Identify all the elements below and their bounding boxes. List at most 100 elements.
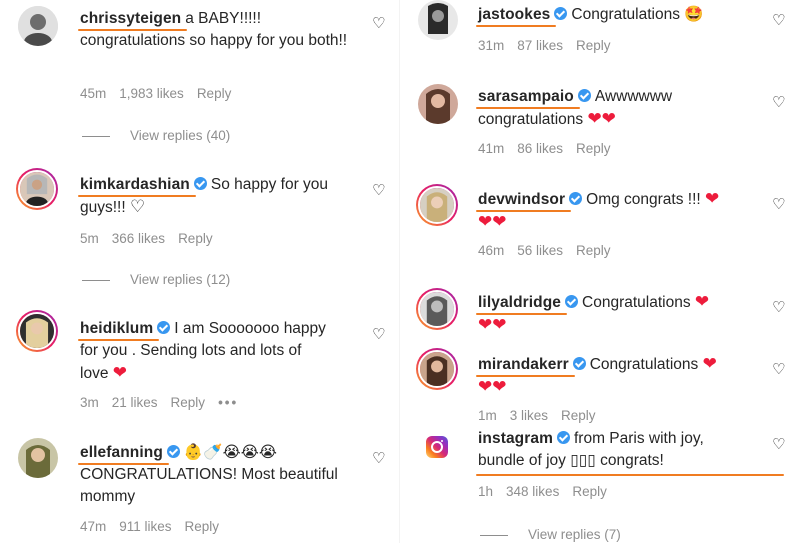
like-count[interactable]: 1,983 likes	[119, 86, 184, 101]
heart-outline-icon[interactable]: ♡	[772, 13, 786, 28]
like-count[interactable]: 87 likes	[517, 38, 563, 53]
like-count[interactable]: 366 likes	[112, 231, 165, 246]
reply-button[interactable]: Reply	[185, 519, 220, 534]
verified-badge-icon	[193, 177, 207, 190]
comment-body: sarasampaio Awwwwww congratulations ❤❤	[478, 86, 778, 131]
comments-column-right: jastookes Congratulations 🤩 ♡ 31m 87 likes…	[400, 0, 800, 543]
username[interactable]: devwindsor	[478, 191, 565, 208]
star-struck-emoji: 🤩	[684, 6, 704, 23]
heart-outline-icon[interactable]: ♡	[772, 197, 786, 212]
comment-meta: 3m 21 likes Reply •••	[80, 395, 251, 410]
view-replies-label: View replies (7)	[528, 527, 621, 542]
like-count[interactable]: 911 likes	[119, 519, 171, 534]
comment-meta: 41m 86 likes Reply	[478, 141, 624, 156]
username[interactable]: instagram	[478, 430, 553, 447]
comment-text: from Paris with joy,	[573, 430, 704, 447]
comment-body: ellefanning 👶🍼😭😭😭 CONGRATULATIONS! Most b…	[80, 442, 380, 508]
verified-badge-icon	[556, 431, 570, 444]
timestamp: 3m	[80, 395, 99, 410]
avatar[interactable]	[424, 434, 450, 460]
heart-emoji: ❤	[702, 354, 717, 373]
comment-meta: 1h 348 likes Reply	[478, 484, 620, 499]
verified-badge-icon	[569, 192, 583, 205]
avatar[interactable]	[418, 84, 458, 124]
reply-button[interactable]: Reply	[171, 395, 206, 410]
like-count[interactable]: 348 likes	[506, 484, 559, 499]
verified-badge-icon	[554, 7, 568, 20]
avatar[interactable]	[18, 6, 58, 46]
reply-button[interactable]: Reply	[197, 86, 232, 101]
comment-text: Omg congrats !!!	[586, 191, 701, 208]
comment-meta: 31m 87 likes Reply	[478, 38, 624, 53]
heart-outline-icon[interactable]: ♡	[372, 451, 386, 466]
divider-line	[82, 135, 110, 137]
heart-emoji: ❤❤	[478, 377, 507, 396]
username[interactable]: sarasampaio	[478, 88, 574, 105]
comment-meta: 47m 911 likes Reply	[80, 519, 232, 534]
comment-text-continued: CONGRATULATIONS! Most beautiful	[80, 466, 338, 483]
heart-emoji: ❤❤	[587, 109, 616, 128]
reply-button[interactable]: Reply	[178, 231, 213, 246]
heart-outline-icon[interactable]: ♡	[372, 327, 386, 342]
username[interactable]: heidiklum	[80, 320, 153, 337]
avatar[interactable]	[418, 0, 458, 40]
comment-text: So happy for you	[210, 176, 329, 193]
view-replies-label: View replies (12)	[130, 272, 231, 287]
avatar[interactable]	[16, 310, 58, 352]
reply-button[interactable]: Reply	[576, 141, 611, 156]
like-count[interactable]: 21 likes	[112, 395, 158, 410]
comment-meta: 46m 56 likes Reply	[478, 243, 624, 258]
view-replies-button[interactable]: View replies (12)	[82, 272, 230, 287]
view-replies-label: View replies (40)	[130, 128, 231, 143]
view-replies-button[interactable]: View replies (40)	[82, 128, 230, 143]
comment-text-continued: mommy	[80, 488, 136, 505]
avatar[interactable]	[416, 348, 458, 390]
view-replies-button[interactable]: View replies (7)	[480, 527, 621, 542]
username[interactable]: lilyaldridge	[478, 294, 561, 311]
heart-outline-icon[interactable]: ♡	[772, 300, 786, 315]
like-count[interactable]: 3 likes	[510, 408, 548, 423]
comment-text-continued: for you . Sending lots and lots of	[80, 342, 302, 359]
avatar[interactable]	[18, 438, 58, 478]
comments-column-left: chrissyteigen a BABY!!!!! congratulations…	[0, 0, 400, 543]
timestamp: 45m	[80, 86, 107, 101]
username[interactable]: jastookes	[478, 6, 550, 23]
heart-emoji: ❤	[705, 189, 720, 208]
username[interactable]: kimkardashian	[80, 176, 190, 193]
comment-text-continued: congratulations so happy for you both!!	[80, 32, 348, 49]
verified-badge-icon	[565, 295, 579, 308]
comment-text-continued: guys!!!	[80, 199, 126, 216]
reply-button[interactable]: Reply	[576, 38, 611, 53]
avatar[interactable]	[416, 288, 458, 330]
username[interactable]: ellefanning	[80, 444, 163, 461]
like-count[interactable]: 86 likes	[517, 141, 563, 156]
heart-outline-icon[interactable]: ♡	[372, 183, 386, 198]
comment-text: a BABY!!!!!	[185, 10, 262, 27]
emoji-text: 👶🍼😭😭😭	[183, 444, 277, 461]
comment-meta: 1m 3 likes Reply	[478, 408, 609, 423]
heart-outline-icon[interactable]: ♡	[772, 362, 786, 377]
verified-badge-icon	[572, 357, 586, 370]
heart-outline-icon[interactable]: ♡	[772, 437, 786, 452]
avatar[interactable]	[416, 184, 458, 226]
reply-button[interactable]: Reply	[576, 243, 611, 258]
more-options-icon[interactable]: •••	[218, 395, 238, 410]
like-count[interactable]: 56 likes	[517, 243, 563, 258]
heart-emoji: ❤	[694, 292, 710, 311]
reply-button[interactable]: Reply	[561, 408, 596, 423]
verified-badge-icon	[166, 445, 180, 458]
divider-line	[480, 534, 508, 536]
heart-emoji: ❤❤	[478, 212, 507, 231]
avatar[interactable]	[16, 168, 58, 210]
comment-body: heidiklum I am Sooooooo happy for you . S…	[80, 318, 370, 385]
instagram-logo-icon	[426, 436, 448, 458]
reply-button[interactable]: Reply	[572, 484, 607, 499]
comment-body: mirandakerr Congratulations ❤ ❤❤	[478, 353, 778, 399]
username[interactable]: mirandakerr	[478, 356, 569, 373]
heart-outline-icon[interactable]: ♡	[772, 95, 786, 110]
comment-text: Congratulations	[589, 356, 699, 373]
heart-outline-icon[interactable]: ♡	[372, 16, 386, 31]
username[interactable]: chrissyteigen	[80, 10, 181, 27]
comment-text-continued: love	[80, 365, 109, 382]
comment-body: instagram from Paris with joy, bundle of …	[478, 428, 778, 472]
